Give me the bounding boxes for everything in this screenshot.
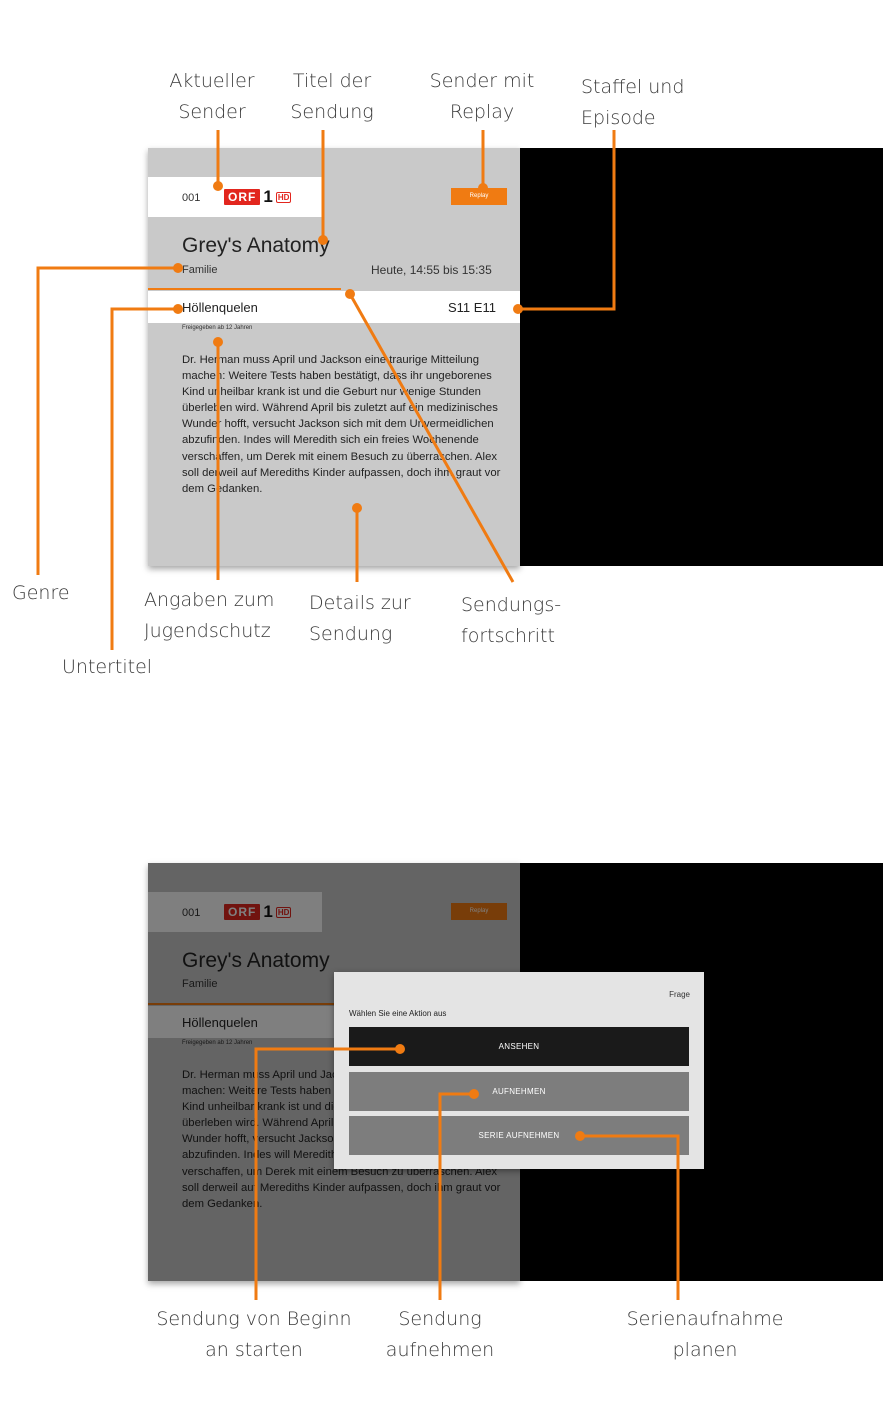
connector-genre	[36, 266, 178, 575]
dot-watch	[395, 1044, 405, 1054]
connector-season-episode	[522, 130, 616, 311]
dot-series-record	[575, 1131, 585, 1141]
dot-progress	[345, 289, 355, 299]
dot-replay	[478, 183, 488, 193]
dot-subtitle	[173, 304, 183, 314]
dot-youth-protection	[213, 337, 223, 347]
dot-genre	[173, 263, 183, 273]
dot-details	[352, 503, 362, 513]
dot-show-title	[318, 235, 328, 245]
dot-current-channel	[213, 181, 223, 191]
connector-watch	[254, 1047, 400, 1300]
dot-season-episode	[513, 304, 523, 314]
connector-progress	[348, 293, 515, 583]
connector-subtitle	[110, 307, 178, 650]
connector-series-record	[580, 1134, 680, 1300]
connector-record	[438, 1092, 474, 1300]
annotation-connectors	[36, 130, 680, 1300]
dot-record	[469, 1089, 479, 1099]
